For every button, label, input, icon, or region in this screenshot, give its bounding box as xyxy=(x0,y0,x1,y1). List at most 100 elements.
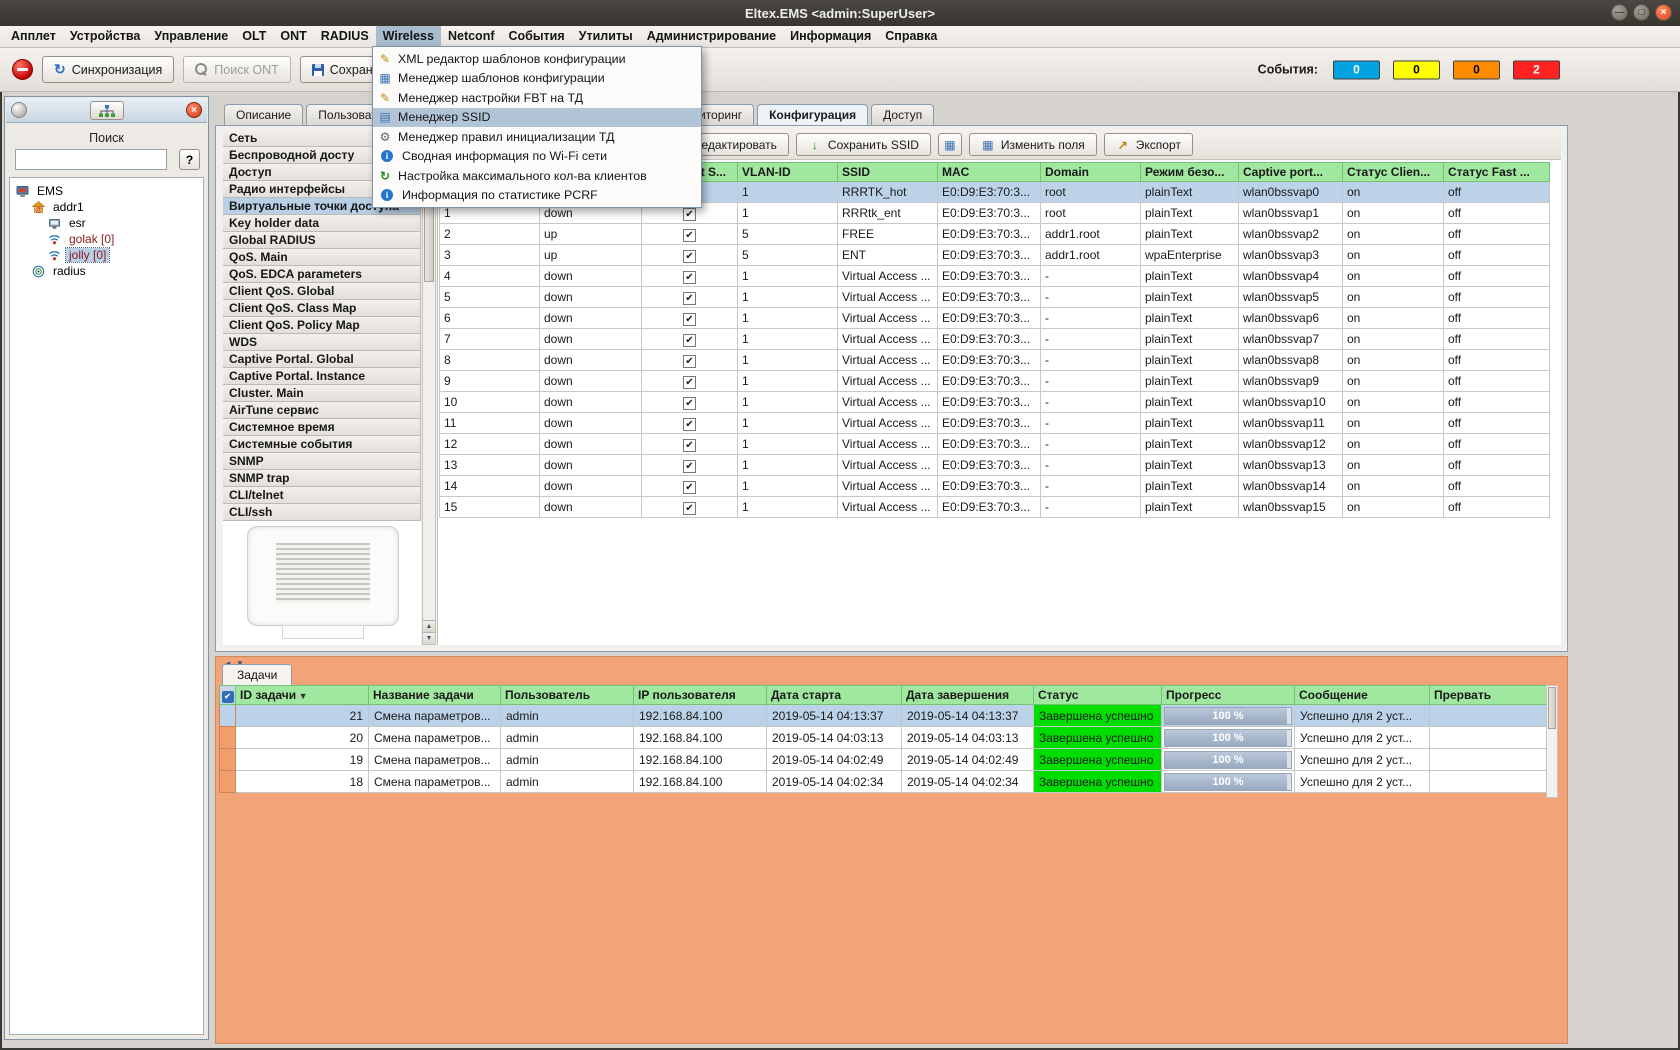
vap-row-11[interactable]: 11down✔1Virtual Access ...E0:D9:E3:70:3.… xyxy=(440,413,1550,434)
broadcast-checkbox[interactable]: ✔ xyxy=(683,229,696,242)
wireless-menu-item-1[interactable]: ▦Менеджер шаблонов конфигурации xyxy=(373,69,701,89)
vap-row-10[interactable]: 10down✔1Virtual Access ...E0:D9:E3:70:3.… xyxy=(440,392,1550,413)
vap-header-4[interactable]: SSID xyxy=(838,163,938,182)
vap-header-6[interactable]: Domain xyxy=(1041,163,1141,182)
menubar-item-3[interactable]: OLT xyxy=(235,26,273,46)
tree-node-5[interactable]: radius xyxy=(10,263,203,279)
broadcast-checkbox[interactable]: ✔ xyxy=(683,334,696,347)
menubar-item-9[interactable]: Утилиты xyxy=(572,26,640,46)
tree-node-1[interactable]: @addr1 xyxy=(10,199,203,215)
menubar-item-12[interactable]: Справка xyxy=(878,26,944,46)
menubar-item-2[interactable]: Управление xyxy=(147,26,235,46)
menubar-item-1[interactable]: Устройства xyxy=(63,26,148,46)
maximize-button[interactable]: □ xyxy=(1633,4,1650,21)
menubar-item-6[interactable]: Wireless xyxy=(376,26,441,46)
event-badge-3[interactable]: 2 xyxy=(1513,60,1560,79)
vap-row-13[interactable]: 13down✔1Virtual Access ...E0:D9:E3:70:3.… xyxy=(440,455,1550,476)
broadcast-checkbox[interactable]: ✔ xyxy=(683,502,696,515)
task-row-1[interactable]: 20Смена параметров...admin192.168.84.100… xyxy=(220,727,1547,749)
vap-row-14[interactable]: 14down✔1Virtual Access ...E0:D9:E3:70:3.… xyxy=(440,476,1550,497)
broadcast-checkbox[interactable]: ✔ xyxy=(683,250,696,263)
config-section-5[interactable]: Key holder data xyxy=(223,215,421,232)
sphere-icon[interactable] xyxy=(11,102,27,118)
wireless-menu-item-4[interactable]: ⚙Менеджер правил инициализации ТД xyxy=(373,127,701,147)
save-ssid-button[interactable]: ↓ Сохранить SSID xyxy=(796,133,931,156)
wireless-menu-item-3[interactable]: ▤Менеджер SSID xyxy=(373,108,701,128)
wireless-menu-item-2[interactable]: ✎Менеджер настройки FBT на ТД xyxy=(373,88,701,108)
config-section-6[interactable]: Global RADIUS xyxy=(223,232,421,249)
config-section-7[interactable]: QoS. Main xyxy=(223,249,421,266)
tree-node-4[interactable]: jolly [0] xyxy=(10,247,203,263)
minimize-button[interactable]: — xyxy=(1611,4,1628,21)
broadcast-checkbox[interactable]: ✔ xyxy=(683,481,696,494)
task-header-2[interactable]: Пользователь xyxy=(501,686,634,705)
vap-row-6[interactable]: 6down✔1Virtual Access ...E0:D9:E3:70:3..… xyxy=(440,308,1550,329)
wireless-menu-item-5[interactable]: iСводная информация по Wi-Fi сети xyxy=(373,147,701,167)
main-tab-4[interactable]: Доступ xyxy=(871,104,934,125)
stop-icon[interactable] xyxy=(12,59,33,80)
tree-node-3[interactable]: golak [0] xyxy=(10,231,203,247)
config-section-21[interactable]: CLI/telnet xyxy=(223,487,421,504)
vap-row-3[interactable]: 3up✔5ENTE0:D9:E3:70:3...addr1.rootwpaEnt… xyxy=(440,245,1550,266)
task-header-1[interactable]: Название задачи xyxy=(369,686,501,705)
panel-close-icon[interactable]: × xyxy=(186,102,202,118)
menubar-item-10[interactable]: Администрирование xyxy=(640,26,783,46)
config-section-11[interactable]: Client QoS. Policy Map xyxy=(223,317,421,334)
config-section-15[interactable]: Cluster. Main xyxy=(223,385,421,402)
vap-header-9[interactable]: Статус Clien... xyxy=(1343,163,1444,182)
broadcast-checkbox[interactable]: ✔ xyxy=(683,376,696,389)
event-badge-1[interactable]: 0 xyxy=(1393,60,1440,79)
config-section-10[interactable]: Client QoS. Class Map xyxy=(223,300,421,317)
main-tab-3[interactable]: Конфигурация xyxy=(757,104,868,125)
help-button[interactable]: ? xyxy=(179,149,200,170)
vap-header-5[interactable]: MAC xyxy=(938,163,1041,182)
task-header-4[interactable]: Дата старта xyxy=(767,686,902,705)
menubar-item-11[interactable]: Информация xyxy=(783,26,878,46)
wireless-menu-item-7[interactable]: iИнформация по статистике PCRF xyxy=(373,186,701,206)
menubar-item-8[interactable]: События xyxy=(502,26,572,46)
broadcast-checkbox[interactable]: ✔ xyxy=(683,208,696,221)
task-header-0[interactable]: ID задачи ▼ xyxy=(236,686,369,705)
scroll-down-icon[interactable]: ▼ xyxy=(423,632,435,644)
task-row-0[interactable]: 21Смена параметров...admin192.168.84.100… xyxy=(220,705,1547,727)
scroll-up-icon[interactable]: ▲ xyxy=(423,620,435,632)
config-section-9[interactable]: Client QoS. Global xyxy=(223,283,421,300)
vap-row-7[interactable]: 7down✔1Virtual Access ...E0:D9:E3:70:3..… xyxy=(440,329,1550,350)
close-button[interactable]: × xyxy=(1655,4,1672,21)
broadcast-checkbox[interactable]: ✔ xyxy=(683,439,696,452)
tasks-scrollbar[interactable] xyxy=(1546,685,1558,798)
main-tab-0[interactable]: Описание xyxy=(224,104,303,125)
menubar-item-5[interactable]: RADIUS xyxy=(314,26,376,46)
topology-button[interactable] xyxy=(90,101,124,120)
config-section-8[interactable]: QoS. EDCA parameters xyxy=(223,266,421,283)
broadcast-checkbox[interactable]: ✔ xyxy=(683,313,696,326)
broadcast-checkbox[interactable]: ✔ xyxy=(683,397,696,410)
export-button[interactable]: ↗ Экспорт xyxy=(1104,133,1193,156)
menubar-item-7[interactable]: Netconf xyxy=(441,26,502,46)
change-fields-button[interactable]: ▦ Изменить поля xyxy=(969,133,1097,156)
config-section-17[interactable]: Системное время xyxy=(223,419,421,436)
sync-button[interactable]: ↻ Синхронизация xyxy=(42,56,174,83)
vap-row-8[interactable]: 8down✔1Virtual Access ...E0:D9:E3:70:3..… xyxy=(440,350,1550,371)
vap-row-12[interactable]: 12down✔1Virtual Access ...E0:D9:E3:70:3.… xyxy=(440,434,1550,455)
vap-row-9[interactable]: 9down✔1Virtual Access ...E0:D9:E3:70:3..… xyxy=(440,371,1550,392)
vap-header-10[interactable]: Статус Fast ... xyxy=(1444,163,1550,182)
menubar-item-0[interactable]: Апплет xyxy=(4,26,63,46)
broadcast-checkbox[interactable]: ✔ xyxy=(683,355,696,368)
vap-row-2[interactable]: 2up✔5FREEE0:D9:E3:70:3...addr1.rootplain… xyxy=(440,224,1550,245)
config-section-14[interactable]: Captive Portal. Instance xyxy=(223,368,421,385)
tree-node-0[interactable]: EMS xyxy=(10,183,203,199)
task-header-8[interactable]: Сообщение xyxy=(1295,686,1430,705)
tab-tasks[interactable]: Задачи xyxy=(222,664,292,685)
vap-header-7[interactable]: Режим безо... xyxy=(1141,163,1239,182)
config-section-16[interactable]: AirTune сервис xyxy=(223,402,421,419)
config-section-20[interactable]: SNMP trap xyxy=(223,470,421,487)
vap-header-8[interactable]: Captive port... xyxy=(1239,163,1343,182)
config-section-12[interactable]: WDS xyxy=(223,334,421,351)
event-badge-2[interactable]: 0 xyxy=(1453,60,1500,79)
broadcast-checkbox[interactable]: ✔ xyxy=(683,418,696,431)
task-header-6[interactable]: Статус xyxy=(1034,686,1162,705)
menubar-item-4[interactable]: ONT xyxy=(273,26,313,46)
tree-node-2[interactable]: esr xyxy=(10,215,203,231)
config-section-19[interactable]: SNMP xyxy=(223,453,421,470)
